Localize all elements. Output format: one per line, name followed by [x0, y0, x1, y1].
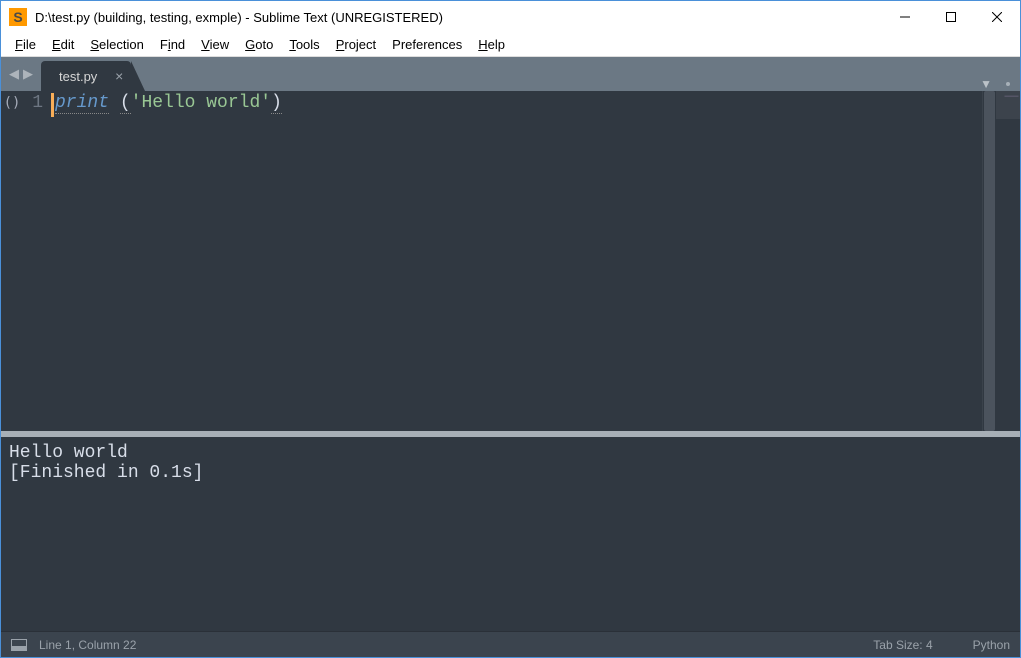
fold-column: () — [1, 91, 23, 431]
menu-tools[interactable]: Tools — [281, 35, 327, 54]
app-icon: S — [9, 8, 27, 26]
menu-view[interactable]: View — [193, 35, 237, 54]
token-space — [109, 93, 120, 113]
status-cursor-position[interactable]: Line 1, Column 22 — [39, 638, 136, 652]
status-left: Line 1, Column 22 — [11, 638, 136, 652]
tab-label: test.py — [59, 69, 97, 84]
minimap-content: ▬▬▬ — [1005, 93, 1019, 99]
close-button[interactable] — [974, 1, 1020, 33]
tab-prev-icon[interactable]: ◀ — [9, 66, 19, 82]
code-area[interactable]: print ('Hello world') — [51, 91, 982, 431]
status-tab-size[interactable]: Tab Size: 4 — [873, 638, 932, 652]
window-title: D:\test.py (building, testing, exmple) -… — [35, 10, 882, 25]
tab-close-icon[interactable]: × — [115, 69, 123, 83]
caret-icon — [51, 93, 54, 117]
tab-next-icon[interactable]: ▶ — [23, 66, 33, 82]
tab-strip-right: ▼ — [980, 77, 1020, 91]
menu-file[interactable]: File — [7, 35, 44, 54]
minimap[interactable]: ▬▬▬ — [996, 91, 1020, 431]
maximize-button[interactable] — [928, 1, 974, 33]
title-bar: S D:\test.py (building, testing, exmple)… — [1, 1, 1020, 33]
tab-overflow-icon[interactable] — [1006, 82, 1010, 86]
menu-bar: File Edit Selection Find View Goto Tools… — [1, 33, 1020, 57]
workspace: () 1 print ('Hello world') ▬▬▬ Hello wor… — [1, 91, 1020, 631]
editor-scrollbar[interactable] — [982, 91, 996, 431]
menu-selection[interactable]: Selection — [82, 35, 151, 54]
menu-find[interactable]: Find — [152, 35, 193, 54]
status-syntax[interactable]: Python — [973, 638, 1010, 652]
tab-dropdown-icon[interactable]: ▼ — [980, 77, 992, 91]
menu-edit[interactable]: Edit — [44, 35, 82, 54]
scrollbar-thumb[interactable] — [984, 91, 995, 431]
editor-pane: () 1 print ('Hello world') ▬▬▬ — [1, 91, 1020, 431]
status-bar: Line 1, Column 22 Tab Size: 4 Python — [1, 631, 1020, 657]
token-paren-close: ) — [271, 93, 282, 114]
menu-help[interactable]: Help — [470, 35, 513, 54]
window-controls — [882, 1, 1020, 33]
tab-nav-arrows: ◀ ▶ — [1, 57, 41, 91]
minimize-button[interactable] — [882, 1, 928, 33]
output-line-1: Hello world — [9, 443, 128, 463]
menu-project[interactable]: Project — [328, 35, 384, 54]
tab-active[interactable]: test.py × — [41, 61, 131, 91]
line-number: 1 — [23, 93, 43, 113]
tab-strip: ◀ ▶ test.py × ▼ — [1, 57, 1020, 91]
token-paren-open: ( — [120, 93, 131, 114]
fold-marker[interactable]: () — [4, 95, 21, 111]
menu-goto[interactable]: Goto — [237, 35, 281, 54]
output-line-2: [Finished in 0.1s] — [9, 463, 203, 483]
panel-toggle-icon[interactable] — [11, 639, 27, 651]
build-output-panel[interactable]: Hello world [Finished in 0.1s] — [1, 437, 1020, 631]
token-function: print — [55, 93, 109, 114]
token-string: 'Hello world' — [131, 93, 271, 113]
status-right: Tab Size: 4 Python — [873, 638, 1010, 652]
menu-preferences[interactable]: Preferences — [384, 35, 470, 54]
line-gutter: 1 — [23, 91, 51, 431]
